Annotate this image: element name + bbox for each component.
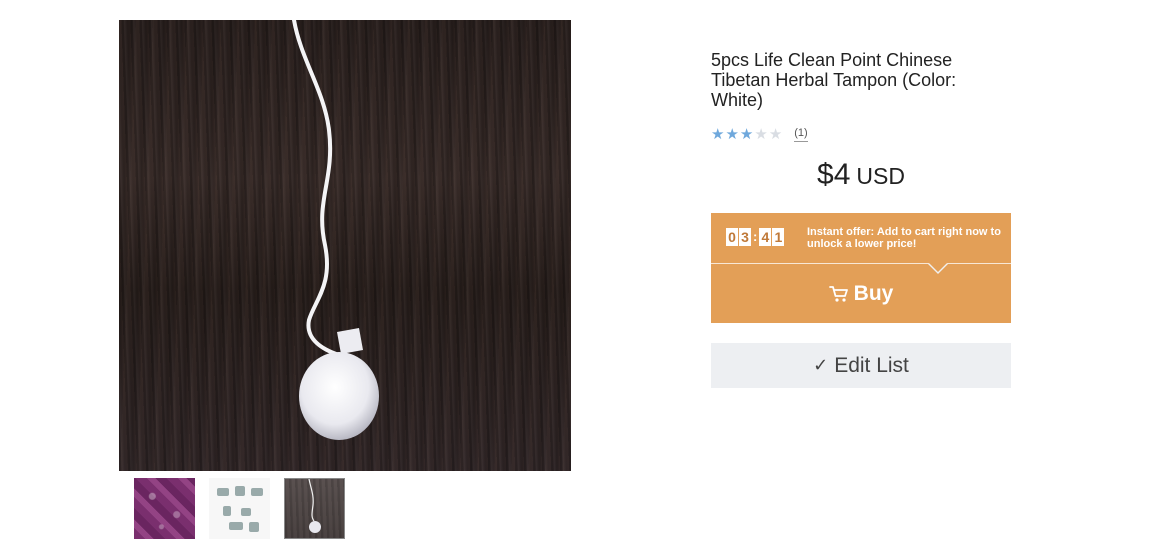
cart-icon	[828, 285, 848, 302]
timer-digit: 0	[726, 228, 738, 246]
buy-button-label: Buy	[853, 281, 894, 305]
star-empty-icon: ★	[754, 125, 768, 143]
thumbnail-1[interactable]	[134, 478, 195, 539]
buy-button[interactable]: Buy	[711, 264, 1011, 323]
price-currency: USD	[856, 163, 905, 189]
star-empty-icon: ★	[768, 125, 783, 143]
star-filled-icon: ★	[739, 125, 754, 143]
tampon-illustration	[292, 20, 379, 440]
star-filled-icon: ★	[711, 125, 725, 143]
star-rating: ★ ★ ★ ★ ★	[711, 127, 782, 142]
thumbnail-3-selected[interactable]	[284, 478, 345, 539]
main-product-image[interactable]	[119, 20, 571, 471]
timer-digit: 4	[759, 228, 772, 246]
timer-separator: :	[753, 229, 758, 244]
product-title: 5pcs Life Clean Point Chinese Tibetan He…	[711, 50, 957, 110]
offer-message: Instant offer: Add to cart right now to …	[807, 226, 1001, 250]
checkmark-icon: ✓	[813, 355, 829, 376]
product-price: $4 USD	[711, 158, 1011, 192]
product-rating: ★ ★ ★ ★ ★ (1)	[711, 127, 808, 142]
star-filled-icon: ★	[725, 125, 739, 143]
instant-offer-box: 0 3 : 4 1 Instant offer: Add to cart rig…	[711, 213, 1011, 323]
timer-digit: 3	[739, 228, 751, 246]
countdown-timer: 0 3 : 4 1	[726, 228, 785, 246]
timer-digit: 1	[772, 228, 785, 246]
edit-list-label: Edit List	[834, 353, 909, 377]
thumbnail-2[interactable]	[209, 478, 270, 539]
thumbnail-tampon-illustration	[308, 479, 321, 533]
offer-header: 0 3 : 4 1 Instant offer: Add to cart rig…	[711, 213, 1011, 263]
review-count-link[interactable]: (1)	[794, 127, 808, 142]
thumbnail-strip	[134, 478, 345, 540]
edit-list-button[interactable]: ✓ Edit List	[711, 343, 1011, 388]
price-amount: $4	[817, 158, 851, 191]
